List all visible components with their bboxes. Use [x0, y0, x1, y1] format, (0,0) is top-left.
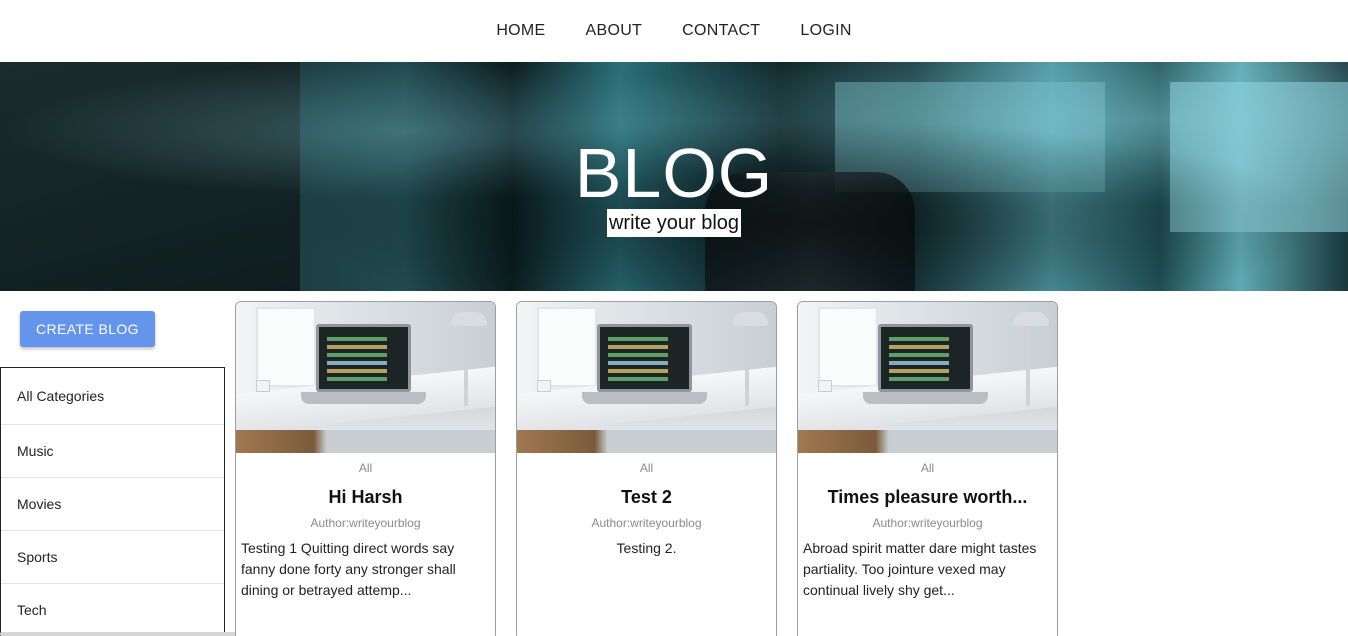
image-laptop-screen	[597, 324, 692, 392]
post-card[interactable]: All Hi Harsh Author:writeyourblog Testin…	[235, 301, 496, 636]
image-lamp	[451, 312, 487, 326]
post-category: All	[639, 461, 654, 475]
post-category: All	[358, 461, 373, 475]
image-laptop-base	[582, 392, 707, 404]
image-laptop-screen	[316, 324, 411, 392]
image-laptop-screen	[878, 324, 973, 392]
post-title[interactable]: Times pleasure worth...	[798, 487, 1057, 507]
image-code-lines	[889, 337, 949, 341]
post-card[interactable]: All Test 2 Author:writeyourblog Testing …	[516, 301, 777, 636]
image-lamp	[1013, 312, 1049, 326]
image-desk-edge	[236, 430, 495, 453]
post-author: Author:writeyourblog	[591, 516, 702, 530]
image-code-lines	[327, 337, 387, 341]
post-card-image	[236, 302, 495, 453]
post-card-image	[517, 302, 776, 453]
image-window	[818, 307, 878, 387]
post-title[interactable]: Test 2	[517, 487, 776, 507]
image-window	[537, 307, 597, 387]
nav-home-link[interactable]: HOME	[476, 22, 565, 40]
image-laptop-base	[863, 392, 988, 404]
create-blog-button[interactable]: CREATE BLOG	[20, 311, 155, 347]
category-item-movies[interactable]: Movies	[1, 478, 224, 531]
post-card[interactable]: All Times pleasure worth... Author:write…	[797, 301, 1058, 636]
image-laptop-base	[301, 392, 426, 404]
image-desk-edge	[798, 430, 1057, 453]
image-mug	[818, 380, 832, 392]
post-author: Author:writeyourblog	[872, 516, 983, 530]
image-desk-edge	[517, 430, 776, 453]
category-item-music[interactable]: Music	[1, 425, 224, 478]
hero-banner: BLOG write your blog	[0, 62, 1348, 291]
category-item-sports[interactable]: Sports	[1, 531, 224, 584]
image-window	[256, 307, 316, 387]
banner-subtitle-wrap: write your blog	[0, 209, 1348, 237]
image-code-lines	[608, 337, 668, 341]
nav-login-link[interactable]: LOGIN	[780, 22, 871, 40]
image-mug	[537, 380, 551, 392]
nav-contact-link[interactable]: CONTACT	[662, 22, 780, 40]
category-item-tech[interactable]: Tech	[1, 584, 224, 636]
image-lamp-arm	[745, 326, 749, 406]
post-title[interactable]: Hi Harsh	[236, 487, 495, 507]
post-card-image	[798, 302, 1057, 453]
banner-title: BLOG	[574, 134, 774, 212]
nav-about-link[interactable]: ABOUT	[566, 22, 663, 40]
post-author: Author:writeyourblog	[310, 516, 421, 530]
post-category: All	[920, 461, 935, 475]
category-list: All Categories Music Movies Sports Tech	[0, 367, 225, 636]
image-lamp	[732, 312, 768, 326]
category-item-all[interactable]: All Categories	[1, 368, 224, 425]
top-navbar: HOME ABOUT CONTACT LOGIN	[0, 0, 1348, 62]
image-mug	[256, 380, 270, 392]
image-lamp-arm	[464, 326, 468, 406]
post-excerpt: Testing 1 Quitting direct words say fann…	[241, 540, 456, 598]
post-excerpt: Abroad spirit matter dare might tastes p…	[803, 540, 1037, 598]
image-lamp-arm	[1026, 326, 1030, 406]
banner-subtitle: write your blog	[606, 209, 742, 237]
post-excerpt: Testing 2.	[616, 540, 677, 556]
